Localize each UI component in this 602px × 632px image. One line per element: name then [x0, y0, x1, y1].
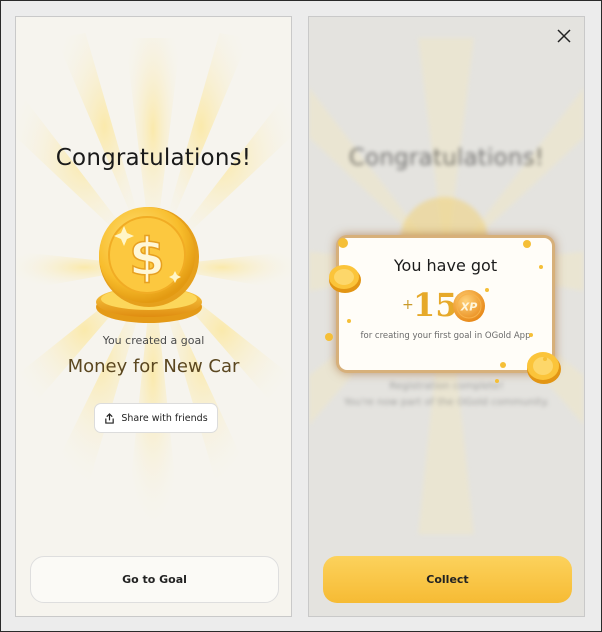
- confetti-dots: [325, 238, 547, 383]
- share-button-label: Share with friends: [121, 412, 208, 424]
- dollar-coin-icon: $: [96, 207, 202, 323]
- goal-caption: You created a goal: [102, 334, 205, 347]
- background-title: Congratulations!: [348, 145, 545, 171]
- collect-label: Collect: [426, 573, 469, 586]
- goal-created-screen: Congratulations! $ You created a goal Mo…: [15, 16, 292, 617]
- go-to-goal-button[interactable]: Go to Goal: [30, 556, 279, 603]
- go-to-goal-label: Go to Goal: [122, 573, 187, 586]
- goal-name: Money for New Car: [67, 356, 240, 377]
- share-icon: [105, 412, 115, 424]
- congratulations-title: Congratulations!: [55, 145, 252, 171]
- svg-text:$: $: [129, 228, 165, 288]
- close-icon[interactable]: [555, 27, 573, 45]
- share-button[interactable]: Share with friends: [94, 403, 218, 433]
- collect-button[interactable]: Collect: [323, 556, 572, 603]
